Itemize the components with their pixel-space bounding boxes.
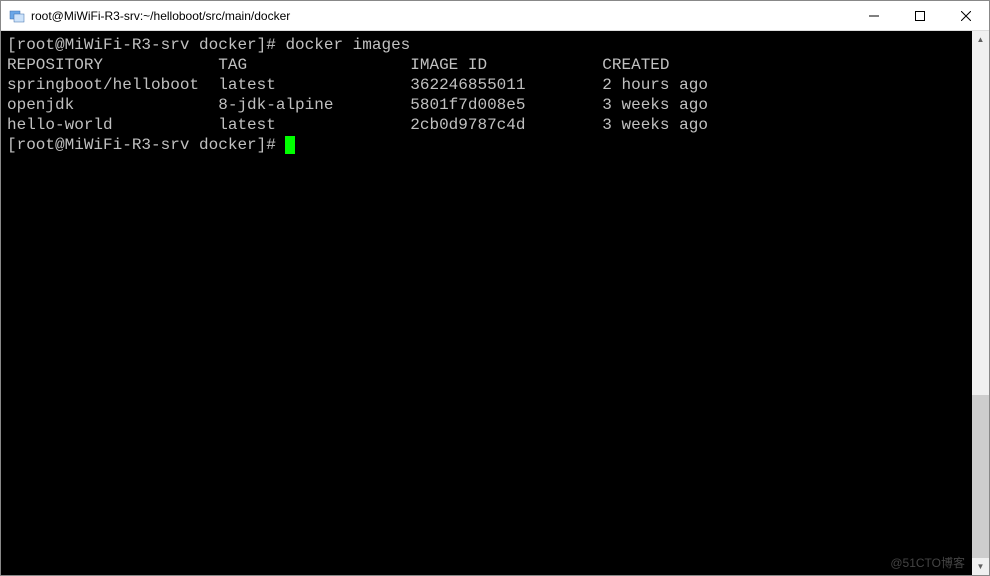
- maximize-button[interactable]: [897, 1, 943, 30]
- cursor-icon: [285, 136, 295, 154]
- scrollbar-down-icon[interactable]: ▼: [972, 558, 989, 575]
- vertical-scrollbar[interactable]: ▲ ▼: [972, 31, 989, 575]
- minimize-button[interactable]: [851, 1, 897, 30]
- terminal-output[interactable]: [root@MiWiFi-R3-srv docker]# docker imag…: [1, 31, 972, 575]
- window-title: root@MiWiFi-R3-srv:~/helloboot/src/main/…: [31, 9, 851, 23]
- window-controls: [851, 1, 989, 30]
- close-button[interactable]: [943, 1, 989, 30]
- terminal-container: [root@MiWiFi-R3-srv docker]# docker imag…: [1, 31, 989, 575]
- scrollbar-thumb[interactable]: [972, 395, 989, 558]
- titlebar[interactable]: root@MiWiFi-R3-srv:~/helloboot/src/main/…: [1, 1, 989, 31]
- window-frame: root@MiWiFi-R3-srv:~/helloboot/src/main/…: [0, 0, 990, 576]
- scrollbar-track[interactable]: [972, 48, 989, 558]
- app-icon: [9, 8, 25, 24]
- scrollbar-up-icon[interactable]: ▲: [972, 31, 989, 48]
- watermark-label: @51CTO博客: [890, 554, 965, 571]
